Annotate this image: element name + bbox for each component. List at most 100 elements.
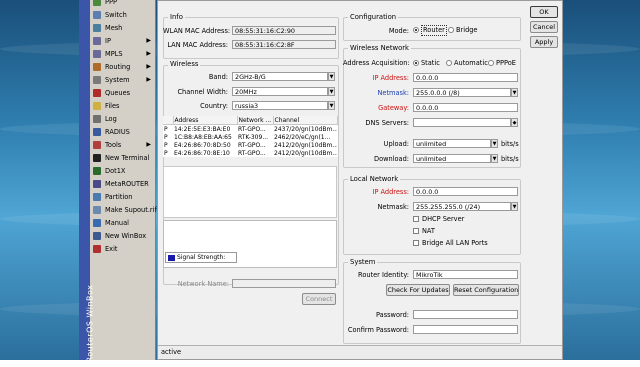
info-group-title: Info: [168, 13, 185, 21]
nat-checkbox[interactable]: [413, 228, 419, 234]
band-select[interactable]: 2GHz-B/G: [232, 72, 328, 81]
table-cell: 2412/20/gn(10dBm...: [274, 149, 337, 157]
column-header[interactable]: Channel: [273, 116, 338, 125]
mode-router-label[interactable]: Router: [421, 25, 447, 36]
table-row[interactable]: P 14:2E:5E:E3:BA:E0 RT-GPO... 2437/20/gn(10…: [163, 125, 337, 134]
dhcp-server-checkbox[interactable]: [413, 216, 419, 222]
ok-button[interactable]: OK: [530, 6, 558, 18]
mesh-icon: [93, 24, 101, 32]
bridge-lan-checkbox[interactable]: [413, 240, 419, 246]
sidebar-item-label: MPLS: [105, 50, 123, 58]
channel-width-select[interactable]: 20MHz: [232, 87, 328, 96]
lan-ip-label: IP Address:: [372, 188, 410, 196]
dns-field[interactable]: [413, 118, 511, 127]
signal-legend-label: Signal Strength:: [177, 254, 226, 261]
sidebar-item-label: Manual: [105, 219, 129, 227]
chevron-down-icon[interactable]: ▼: [328, 87, 335, 96]
chevron-down-icon[interactable]: ▼: [328, 72, 335, 81]
ip-icon: [93, 37, 101, 45]
table-row[interactable]: P E4:26:86:70:8D:50 RT-GPO... 2412/20/gn(10…: [163, 141, 337, 149]
sidebar-item-exit[interactable]: Exit: [90, 243, 155, 255]
mode-bridge-radio[interactable]: [448, 27, 454, 33]
reset-configuration-button[interactable]: Reset Configuration: [453, 284, 519, 296]
nat-label[interactable]: NAT: [422, 227, 435, 235]
acq-pppoe-radio[interactable]: [488, 60, 494, 66]
table-cell: RT-GPO...: [238, 125, 266, 133]
mode-bridge-label[interactable]: Bridge: [456, 26, 478, 34]
upload-select[interactable]: unlimited: [413, 139, 491, 148]
confirm-password-label: Confirm Password:: [347, 326, 409, 334]
sidebar-item-mesh[interactable]: Mesh: [90, 22, 155, 34]
sidebar-item-queues[interactable]: Queues: [90, 87, 155, 99]
files-icon: [93, 102, 101, 110]
column-header[interactable]: Address: [173, 116, 238, 125]
table-row[interactable]: P 1C:B8:A8:EB:AA:65 RTK-309... 2462/20/eC/g…: [163, 133, 337, 141]
chevron-down-icon[interactable]: ▼: [491, 139, 498, 148]
lan-netmask-label: Netmask:: [377, 203, 409, 211]
table-cell: RT-GPO...: [238, 149, 266, 157]
table-cell: 2437/20/gn(10dBm...: [274, 125, 337, 133]
router-identity-field[interactable]: MikroTik: [413, 270, 518, 279]
acq-automatic-label[interactable]: Automatic: [454, 59, 488, 67]
sidebar-item-label: RADIUS: [105, 128, 130, 136]
sidebar-item-radius[interactable]: RADIUS: [90, 126, 155, 138]
chevron-down-icon[interactable]: ▼: [511, 202, 518, 211]
sidebar-item-label: Dot1X: [105, 167, 126, 175]
column-header[interactable]: Network ...: [237, 116, 274, 125]
wan-netmask-select[interactable]: 255.0.0.0 (/8): [413, 88, 511, 97]
acq-static-radio[interactable]: [413, 60, 419, 66]
confirm-password-field[interactable]: [413, 325, 518, 334]
password-field[interactable]: [413, 310, 518, 319]
sidebar-item-make-supout-rif[interactable]: Make Supout.rif: [90, 204, 157, 216]
sidebar-item-partition[interactable]: Partition: [90, 191, 155, 203]
acq-automatic-radio[interactable]: [446, 60, 452, 66]
wan-ip-label: IP Address:: [372, 74, 410, 82]
table-row[interactable]: P E4:26:86:70:8E:10 RT-GPO... 2412/20/gn(10…: [163, 149, 337, 157]
sidebar-item-files[interactable]: Files: [90, 100, 155, 112]
system-icon: [93, 76, 101, 84]
bridge-lan-label[interactable]: Bridge All LAN Ports: [422, 239, 488, 247]
mode-router-radio[interactable]: [413, 27, 419, 33]
sidebar-item-system[interactable]: System ▶: [90, 74, 155, 86]
lan-ip-field[interactable]: 0.0.0.0: [413, 187, 518, 196]
download-unit: bits/s: [501, 155, 519, 163]
expand-icon[interactable]: ◆: [511, 118, 518, 127]
sidebar-item-label: Files: [105, 102, 120, 110]
column-header[interactable]: [163, 116, 174, 125]
sidebar-item-new-terminal[interactable]: New Terminal: [90, 152, 155, 164]
wan-ip-field[interactable]: 0.0.0.0: [413, 73, 518, 82]
channel-width-label: Channel Width:: [177, 88, 228, 96]
sidebar-item-metarouter[interactable]: MetaROUTER: [90, 178, 155, 190]
sidebar-item-mpls[interactable]: MPLS ▶: [90, 48, 155, 60]
sidebar-item-dot1x[interactable]: Dot1X: [90, 165, 155, 177]
chevron-down-icon[interactable]: ▼: [491, 154, 498, 163]
acq-pppoe-label[interactable]: PPPoE: [496, 59, 516, 67]
acq-static-label[interactable]: Static: [421, 59, 440, 67]
sidebar-item-routing[interactable]: Routing ▶: [90, 61, 155, 73]
table-cell: 1C:B8:A8:EB:AA:65: [174, 133, 232, 141]
gateway-field[interactable]: 0.0.0.0: [413, 103, 518, 112]
dhcp-server-label[interactable]: DHCP Server: [422, 215, 464, 223]
cancel-button[interactable]: Cancel: [530, 21, 558, 33]
network-name-field[interactable]: [232, 279, 336, 288]
sidebar-item-label: Routing: [105, 63, 131, 71]
chevron-down-icon[interactable]: ▼: [511, 88, 518, 97]
sidebar-item-tools[interactable]: Tools ▶: [90, 139, 155, 151]
download-label: Download:: [374, 155, 409, 163]
apply-button[interactable]: Apply: [530, 36, 558, 48]
sidebar-item-manual[interactable]: Manual: [90, 217, 155, 229]
sidebar-item-log[interactable]: Log: [90, 113, 155, 125]
sidebar-item-ip[interactable]: IP ▶: [90, 35, 155, 47]
check-updates-button[interactable]: Check For Updates: [386, 284, 450, 296]
sidebar-item-switch[interactable]: Switch: [90, 9, 155, 21]
connect-button[interactable]: Connect: [302, 293, 336, 305]
country-select[interactable]: russia3: [232, 101, 328, 110]
lan-netmask-select[interactable]: 255.255.255.0 (/24): [413, 202, 511, 211]
lan-mac-field: 08:55:31:16:C2:8F: [232, 40, 336, 49]
exit-icon: [93, 245, 101, 253]
supout-icon: [93, 206, 101, 214]
download-select[interactable]: unlimited: [413, 154, 491, 163]
chevron-down-icon[interactable]: ▼: [328, 101, 335, 110]
sidebar-item-ppp[interactable]: PPP: [90, 0, 155, 8]
sidebar-item-new-winbox[interactable]: New WinBox: [90, 230, 155, 242]
